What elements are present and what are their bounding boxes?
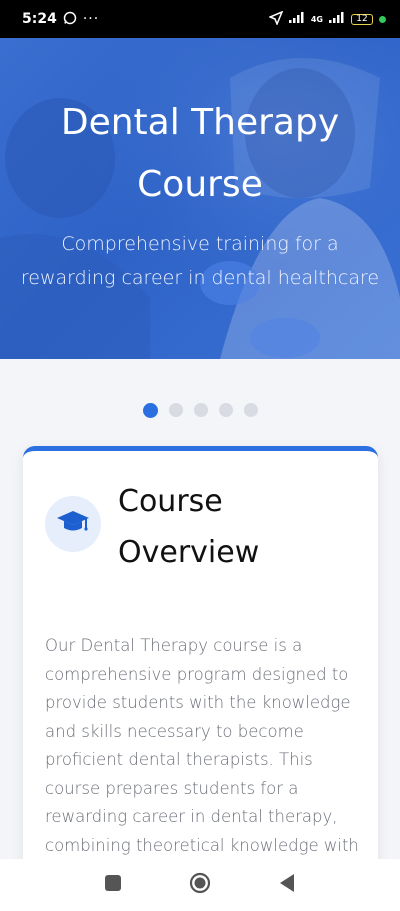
privacy-indicator [379,15,386,23]
hero-subtitle: Comprehensive training for a rewarding c… [20,233,380,289]
signal-icon [288,12,305,26]
whatsapp-icon [63,10,77,29]
hero-title: Dental Therapy Course [60,102,340,205]
course-overview-card: Course Overview Our Dental Therapy cours… [23,446,378,906]
signal-icon-2 [329,12,345,26]
network-type: 4G [310,14,323,24]
overview-icon-badge [45,496,101,552]
carousel-dot-1[interactable] [142,402,158,418]
overview-body: Our Dental Therapy course is a comprehen… [45,636,359,883]
status-bar: 5:24 ··· 4G 12 [0,0,400,38]
carousel-dot-5[interactable] [243,403,258,417]
recent-apps-button[interactable] [98,870,128,900]
carousel-dot-4[interactable] [218,403,233,417]
overview-title: Course Overview [118,484,260,570]
status-time: 5:24 [22,11,57,27]
home-circle-icon [189,872,211,899]
hero-banner[interactable]: Dental Therapy Course Comprehensive trai… [0,38,400,359]
back-triangle-icon [278,873,296,898]
square-icon [104,874,122,897]
system-nav-bar [0,859,400,911]
carousel-dot-2[interactable] [168,403,183,417]
graduation-cap-icon [56,509,90,540]
carousel-dot-3[interactable] [193,403,208,417]
carousel-pagination [0,402,400,418]
home-button[interactable] [185,870,215,900]
location-arrow-icon [267,10,284,28]
more-icon: ··· [82,11,100,27]
back-button[interactable] [272,870,302,900]
battery-icon: 12 [351,13,373,25]
